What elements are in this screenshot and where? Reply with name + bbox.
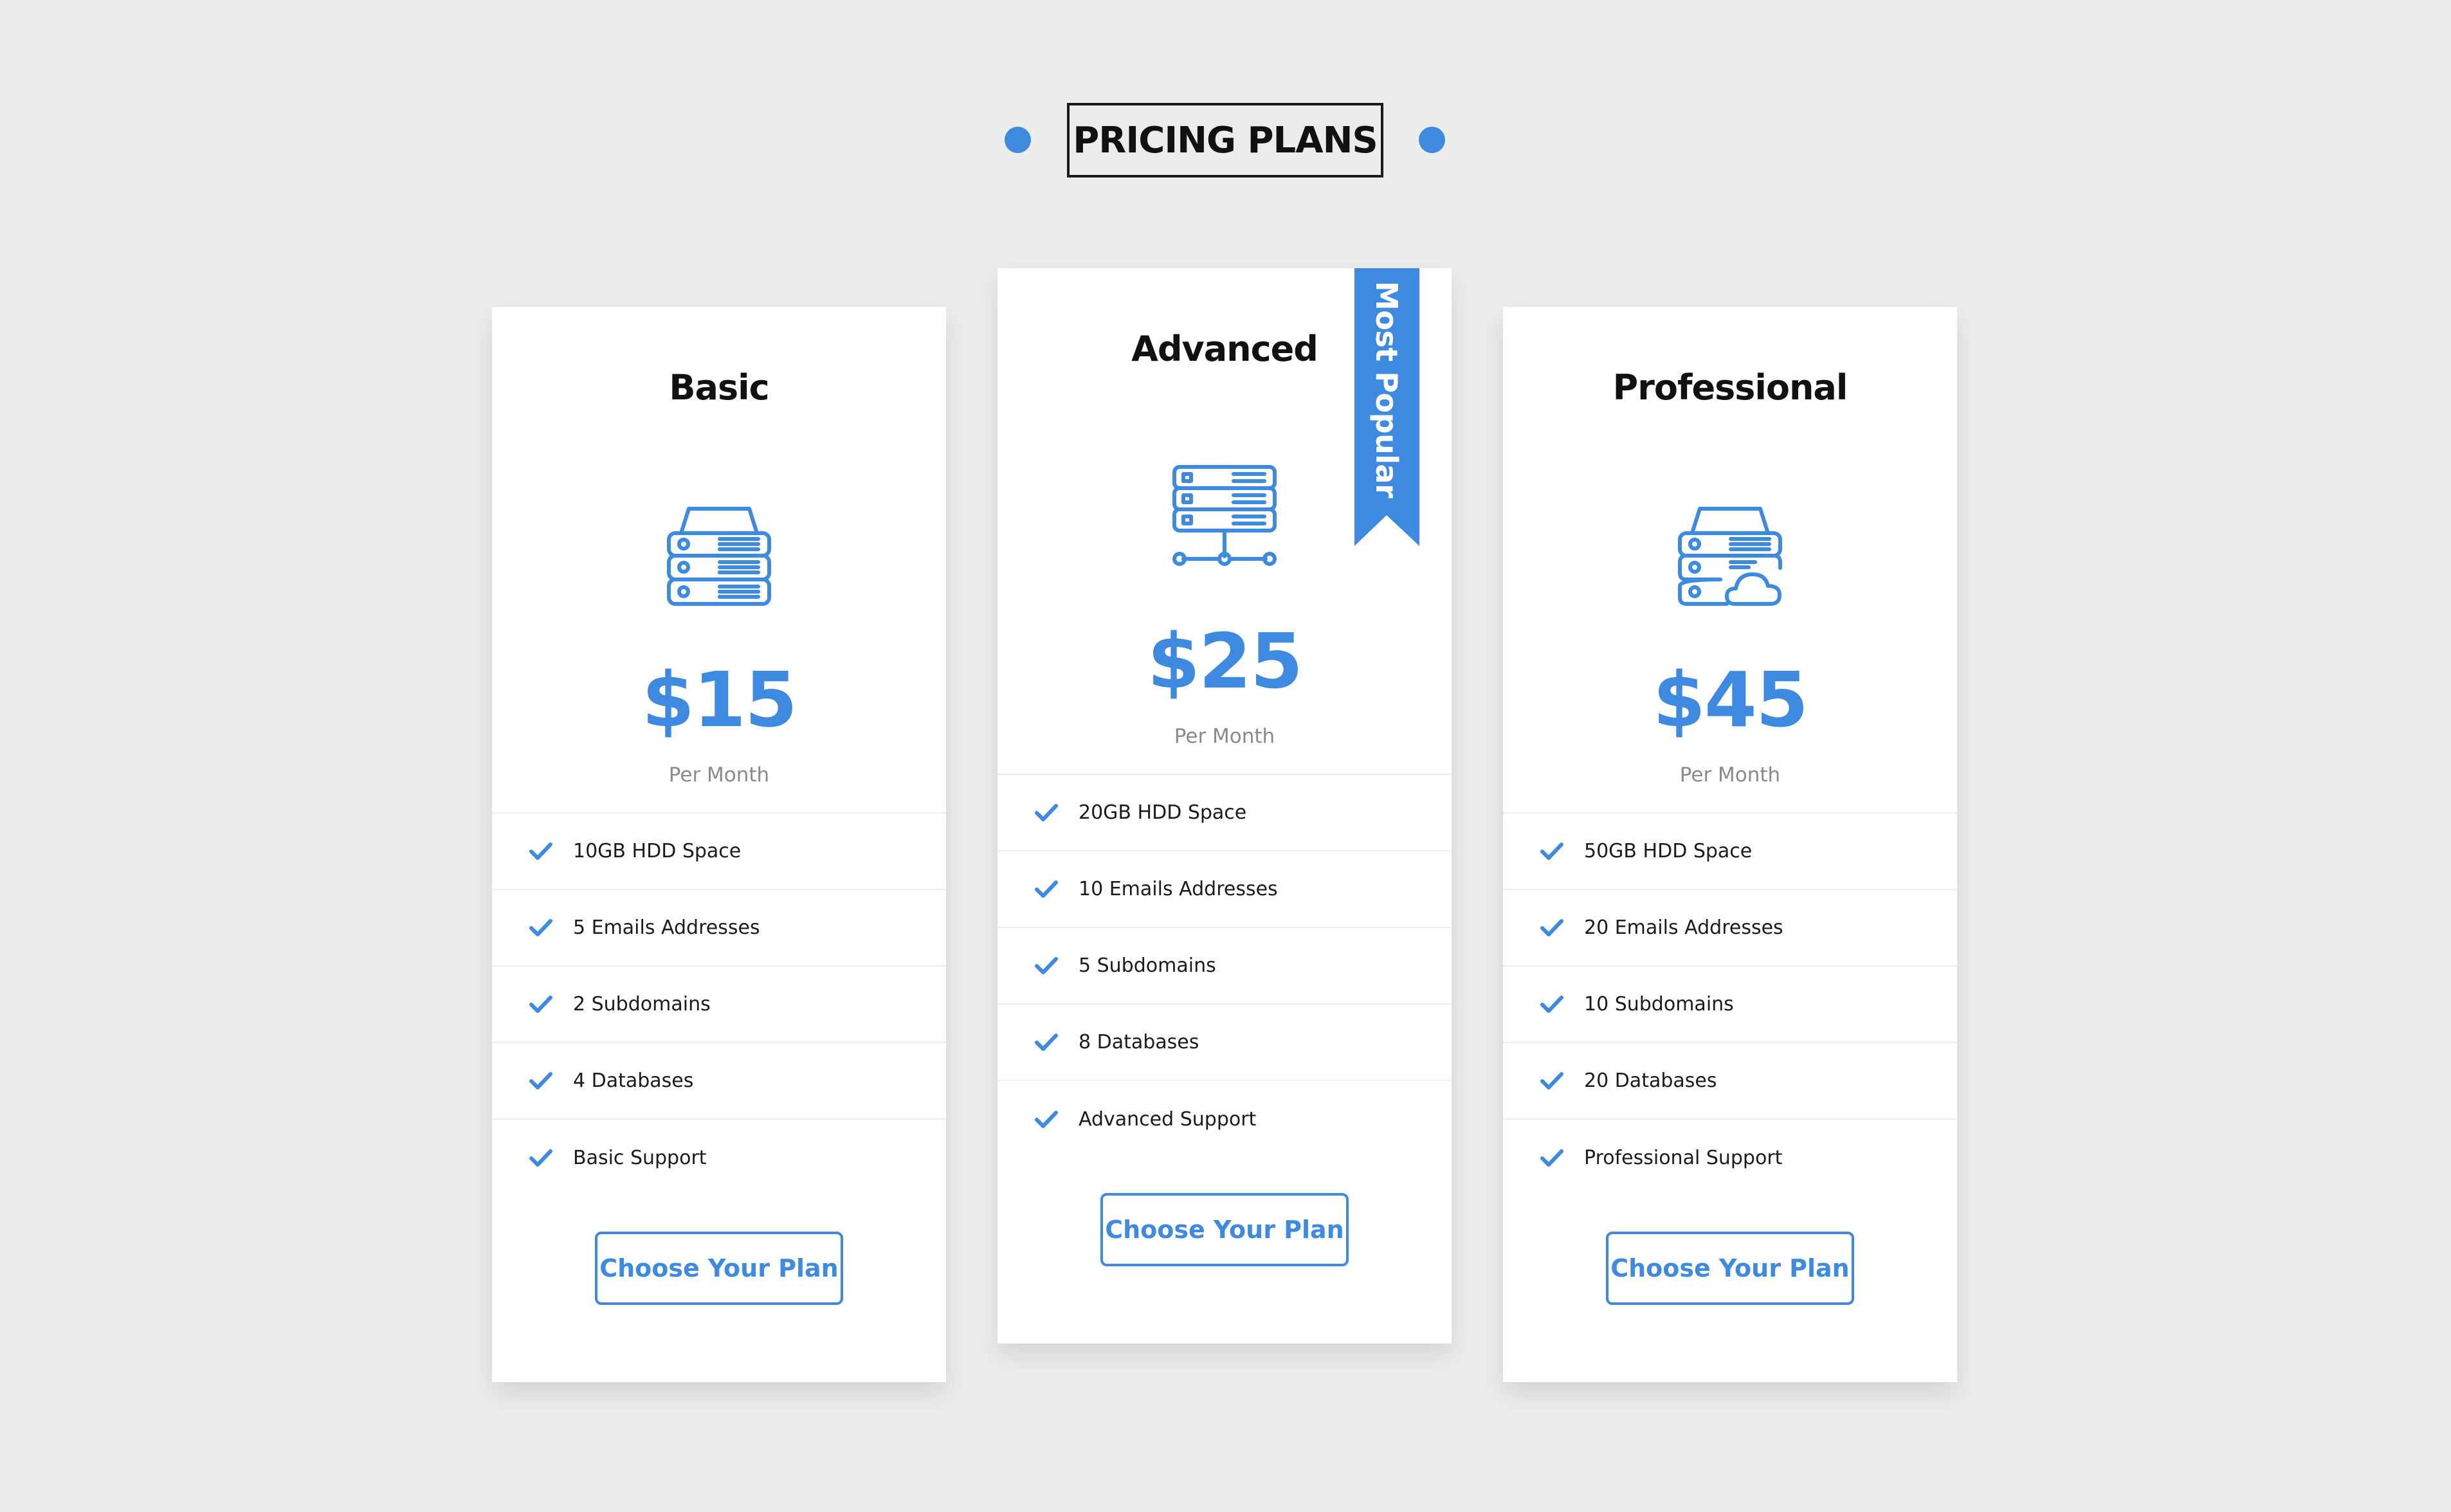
list-item: 2 Subdomains: [492, 967, 946, 1043]
check-icon: [1035, 1033, 1058, 1052]
server-cloud-icon: [1678, 504, 1782, 608]
check-icon: [1035, 880, 1058, 899]
pricing-card-advanced: Most Popular Advanced $25 Per Month 20GB: [998, 268, 1452, 1343]
ribbon-label: Most Popular: [1369, 281, 1404, 498]
check-icon: [1035, 956, 1058, 976]
feature-label: 10GB HDD Space: [573, 840, 742, 862]
feature-list: 20GB HDD Space 10 Emails Addresses 5 Sub…: [998, 774, 1452, 1158]
plan-name: Professional: [1612, 367, 1848, 408]
price-period: Per Month: [1174, 725, 1275, 748]
check-icon: [1540, 995, 1563, 1014]
feature-label: Advanced Support: [1079, 1108, 1257, 1131]
list-item: 8 Databases: [998, 1005, 1452, 1081]
choose-plan-button-basic[interactable]: Choose Your Plan: [595, 1232, 843, 1305]
feature-label: 8 Databases: [1079, 1031, 1199, 1053]
feature-label: Basic Support: [573, 1147, 707, 1169]
server-network-icon: [1172, 465, 1277, 569]
check-icon: [529, 842, 552, 861]
check-icon: [1540, 1071, 1563, 1091]
list-item: 50GB HDD Space: [1503, 814, 1957, 890]
most-popular-ribbon: Most Popular: [1354, 268, 1419, 546]
list-item: 20GB HDD Space: [998, 775, 1452, 852]
list-item: 10 Emails Addresses: [998, 852, 1452, 928]
feature-list: 50GB HDD Space 20 Emails Addresses 10 Su…: [1503, 812, 1957, 1196]
list-item: 5 Subdomains: [998, 928, 1452, 1005]
list-item: 4 Databases: [492, 1043, 946, 1120]
feature-label: Professional Support: [1584, 1147, 1783, 1169]
check-icon: [529, 995, 552, 1014]
feature-label: 20GB HDD Space: [1079, 801, 1247, 824]
pricing-card-basic: Basic $15 Per Month 10GB HDD Space 5 Ema…: [492, 307, 946, 1382]
feature-label: 10 Emails Addresses: [1079, 878, 1278, 900]
list-item: Basic Support: [492, 1120, 946, 1196]
check-icon: [529, 1149, 552, 1168]
list-item: 10 Subdomains: [1503, 967, 1957, 1043]
choose-plan-button-advanced[interactable]: Choose Your Plan: [1100, 1193, 1349, 1266]
pricing-page: PRICING PLANS Basic $15 Per Month 10GB H…: [0, 0, 2451, 1512]
choose-plan-button-professional[interactable]: Choose Your Plan: [1606, 1232, 1854, 1305]
price-period: Per Month: [1679, 763, 1781, 787]
feature-label: 5 Emails Addresses: [573, 916, 760, 939]
list-item: 20 Emails Addresses: [1503, 890, 1957, 967]
feature-label: 10 Subdomains: [1584, 993, 1734, 1016]
server-stack-icon: [667, 504, 771, 608]
feature-label: 20 Databases: [1584, 1070, 1717, 1092]
title-dot-right: [1419, 127, 1445, 153]
pricing-card-professional: Professional $45 Per Month 50GB HDD Spac…: [1503, 307, 1957, 1382]
check-icon: [1540, 842, 1563, 861]
price-period: Per Month: [668, 763, 770, 787]
list-item: Advanced Support: [998, 1081, 1452, 1158]
feature-label: 5 Subdomains: [1079, 954, 1216, 977]
list-item: 10GB HDD Space: [492, 814, 946, 890]
page-title: PRICING PLANS: [1067, 103, 1383, 178]
check-icon: [529, 1071, 552, 1091]
list-item: 5 Emails Addresses: [492, 890, 946, 967]
feature-label: 4 Databases: [573, 1070, 694, 1092]
plan-price: $15: [641, 655, 797, 744]
check-icon: [1540, 1149, 1563, 1168]
title-dot-left: [1005, 127, 1031, 153]
plan-price: $25: [1147, 617, 1303, 706]
feature-label: 2 Subdomains: [573, 993, 711, 1016]
feature-label: 50GB HDD Space: [1584, 840, 1753, 862]
check-icon: [1540, 918, 1563, 938]
check-icon: [1035, 803, 1058, 823]
section-header: PRICING PLANS: [0, 102, 2451, 179]
list-item: 20 Databases: [1503, 1043, 1957, 1120]
check-icon: [1035, 1110, 1058, 1129]
feature-list: 10GB HDD Space 5 Emails Addresses 2 Subd…: [492, 812, 946, 1196]
plan-name: Basic: [669, 367, 769, 408]
check-icon: [529, 918, 552, 938]
plan-price: $45: [1652, 655, 1809, 744]
feature-label: 20 Emails Addresses: [1584, 916, 1783, 939]
list-item: Professional Support: [1503, 1120, 1957, 1196]
plan-name: Advanced: [1131, 329, 1318, 369]
